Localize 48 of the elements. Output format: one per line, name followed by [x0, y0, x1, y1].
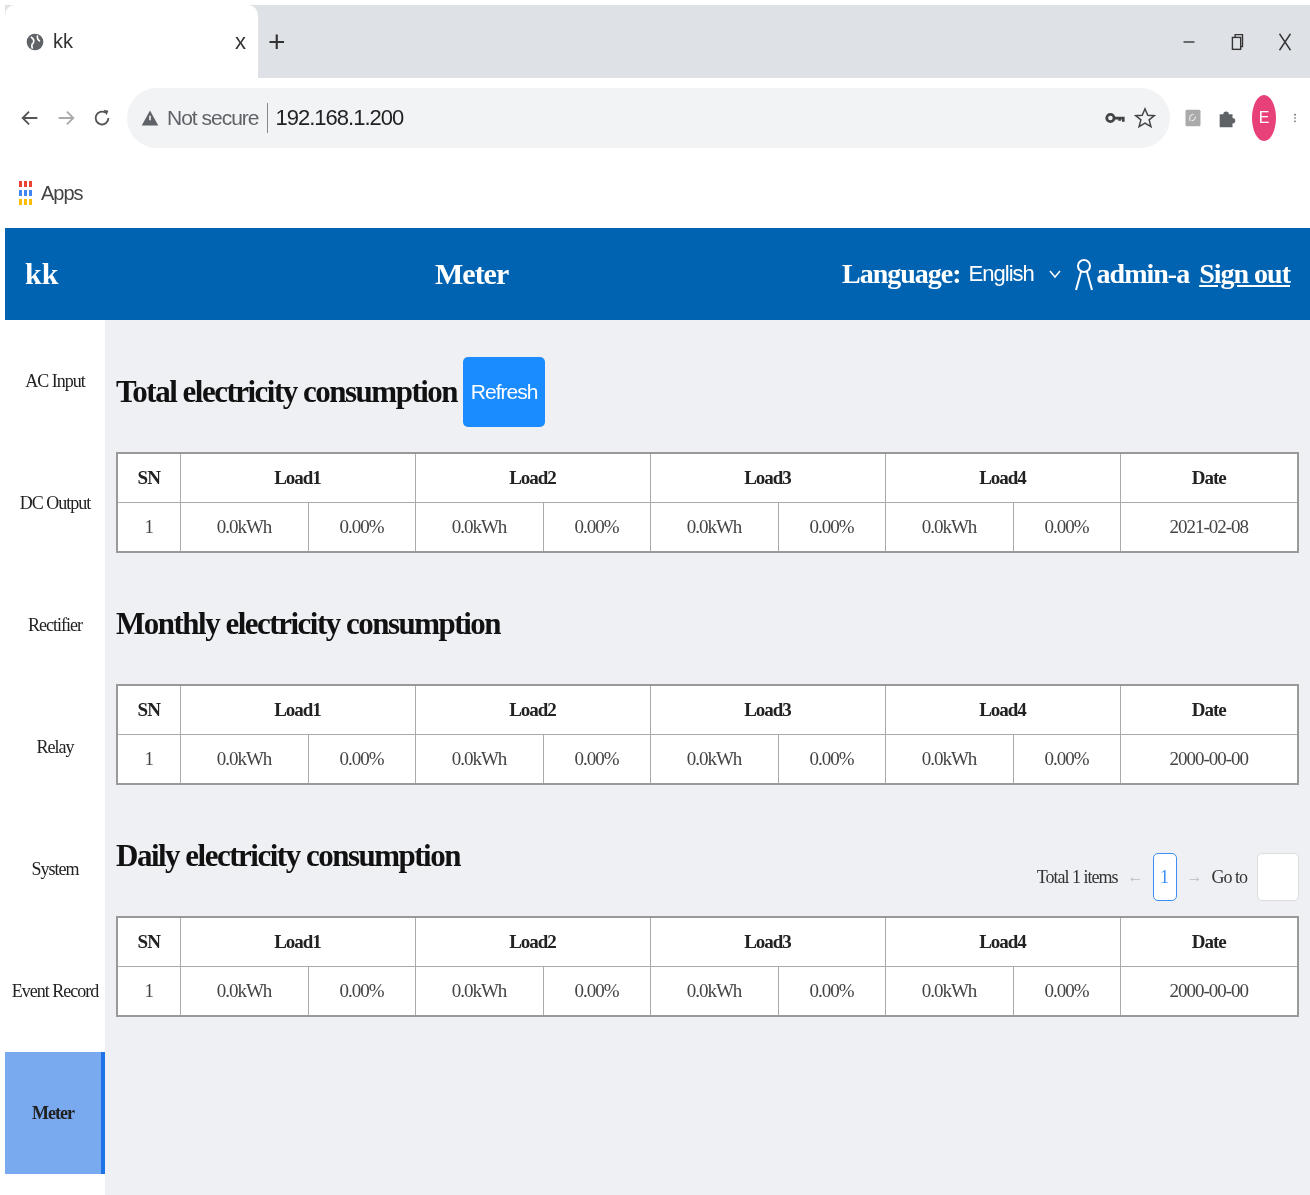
- language-select[interactable]: English: [968, 261, 1049, 287]
- address-bar[interactable]: Not secure 192.168.1.200: [127, 88, 1170, 148]
- column-header: SN: [117, 685, 180, 735]
- user-name: admin-a: [1096, 258, 1190, 290]
- column-header: Load2: [415, 453, 650, 503]
- security-label: Not secure: [167, 106, 259, 130]
- sidebar-item[interactable]: Event Record: [5, 930, 105, 1052]
- column-header: Load3: [650, 685, 885, 735]
- language-label: Language:: [842, 258, 961, 290]
- section-title: Total electricity consumption: [116, 374, 458, 410]
- sidebar-item[interactable]: Rectifier: [5, 564, 105, 686]
- section-title: Monthly electricity consumption: [116, 606, 500, 642]
- page-input[interactable]: [1257, 853, 1299, 901]
- column-header: SN: [117, 453, 180, 503]
- url-text: 192.168.1.200: [275, 105, 405, 131]
- caret-icon[interactable]: [1048, 269, 1061, 279]
- sidebar-item[interactable]: DC Output: [5, 442, 105, 564]
- sign-out-link[interactable]: Sign out: [1199, 258, 1290, 290]
- column-header: SN: [117, 917, 180, 967]
- column-header: Load2: [415, 917, 650, 967]
- section-title: Daily electricity consumption: [116, 838, 460, 874]
- column-header: Load3: [650, 453, 885, 503]
- brand-name: kk: [25, 257, 60, 291]
- column-header: Load4: [885, 917, 1120, 967]
- page-title: Meter: [435, 257, 510, 291]
- column-header: Load4: [885, 453, 1120, 503]
- column-header: Load1: [180, 453, 415, 503]
- go-to-label: Go to: [1211, 866, 1247, 888]
- column-header: Load4: [885, 685, 1120, 735]
- bookmark[interactable]: Apps: [19, 179, 83, 207]
- profile-avatar[interactable]: E: [1252, 95, 1276, 141]
- column-header: Load3: [650, 917, 885, 967]
- column-header: Load1: [180, 917, 415, 967]
- sidebar-item[interactable]: System: [5, 808, 105, 930]
- column-header: Load2: [415, 685, 650, 735]
- total-items-label: Total 1 items: [1036, 866, 1118, 888]
- sidebar-item[interactable]: Meter: [5, 1052, 105, 1174]
- tab-close-button[interactable]: x: [235, 28, 246, 55]
- warning-icon: [141, 109, 159, 127]
- new-tab-button[interactable]: +: [268, 24, 286, 59]
- sidebar-item[interactable]: AC Input: [5, 320, 105, 442]
- sidebar-item[interactable]: Relay: [5, 686, 105, 808]
- browser-tab[interactable]: kk x: [5, 5, 258, 78]
- tab-title: kk: [53, 30, 74, 53]
- star-icon[interactable]: [1134, 107, 1156, 129]
- apps-grid-icon: [19, 179, 33, 207]
- user-icon: [1074, 257, 1093, 291]
- column-header: Load1: [180, 685, 415, 735]
